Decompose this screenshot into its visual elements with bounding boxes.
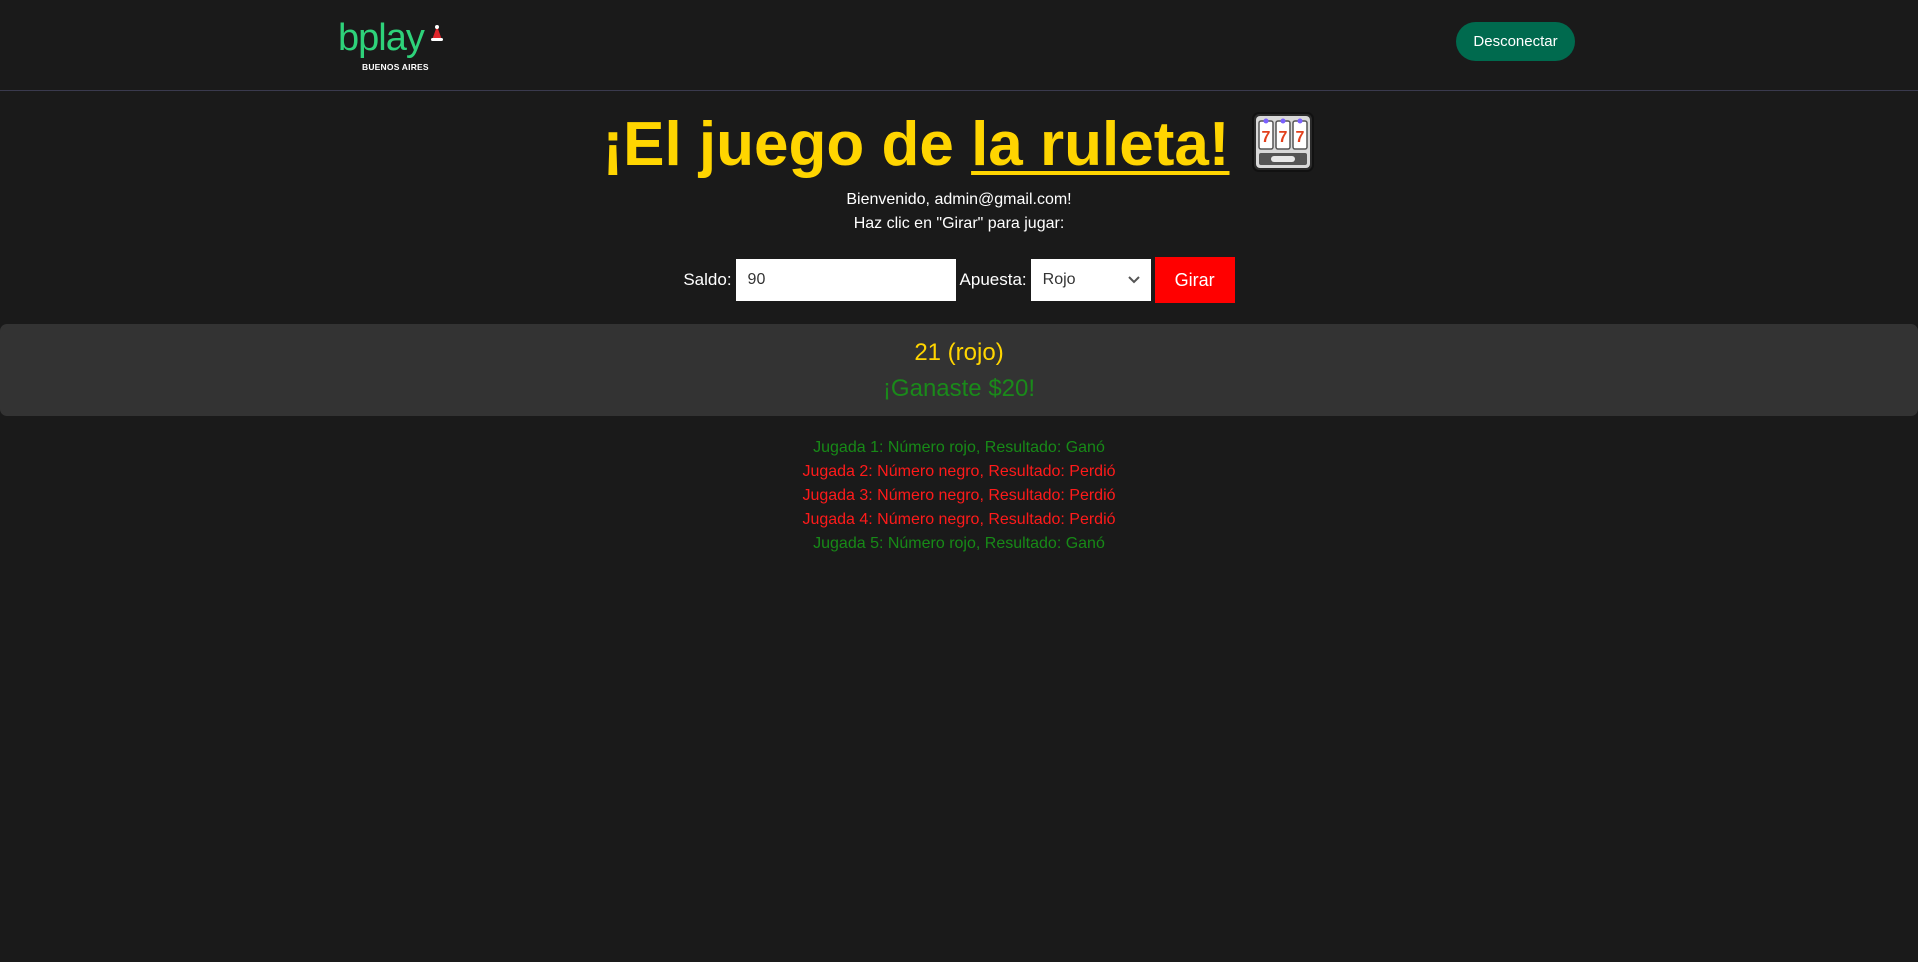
play-history: Jugada 1: Número rojo, Resultado: Ganó J… [0, 436, 1918, 556]
history-item: Jugada 5: Número rojo, Resultado: Ganó [813, 535, 1105, 552]
title-part-1: ¡El juego de [602, 110, 972, 179]
svg-text:7: 7 [1278, 129, 1287, 146]
logo-wordmark: bplay [338, 17, 425, 59]
svg-text:7: 7 [1261, 129, 1270, 146]
history-item: Jugada 1: Número rojo, Resultado: Ganó [813, 439, 1105, 456]
svg-text:7: 7 [1295, 129, 1304, 146]
top-header: bplay BUENOS AIRES Desconectar [0, 0, 1918, 91]
apuesta-selected-value: Rojo [1042, 271, 1076, 288]
welcome-text: Bienvenido, admin@gmail.com! [846, 191, 1072, 208]
santa-hat-icon [431, 25, 443, 41]
instructions-text: Haz clic en "Girar" para jugar: [853, 215, 1065, 232]
bplay-logo[interactable]: bplay BUENOS AIRES [338, 17, 443, 72]
title-part-2: la ruleta! [971, 110, 1230, 179]
history-item: Jugada 3: Número negro, Resultado: Perdi… [802, 487, 1116, 504]
logout-button[interactable]: Desconectar [1456, 22, 1575, 61]
page-title: ¡El juego de la ruleta! 7 7 7 [0, 106, 1918, 194]
apuesta-label: Apuesta: [959, 270, 1027, 289]
result-panel: 21 (rojo) ¡Ganaste $20! [0, 324, 1918, 416]
saldo-input[interactable] [735, 259, 956, 301]
chevron-down-icon [1127, 276, 1140, 284]
result-number: 21 (rojo) [914, 339, 1004, 366]
history-item: Jugada 4: Número negro, Resultado: Perdi… [802, 511, 1116, 528]
saldo-label: Saldo: [683, 270, 732, 289]
history-item: Jugada 2: Número negro, Resultado: Perdi… [802, 463, 1116, 480]
girar-button[interactable]: Girar [1154, 257, 1235, 303]
logo-subtext: BUENOS AIRES [362, 62, 429, 72]
slot-machine-icon: 7 7 7 [1250, 109, 1316, 194]
game-controls: Saldo: Apuesta: Rojo Girar [0, 256, 1918, 304]
result-message: ¡Ganaste $20! [882, 375, 1036, 402]
apuesta-select[interactable]: Rojo [1030, 259, 1151, 301]
